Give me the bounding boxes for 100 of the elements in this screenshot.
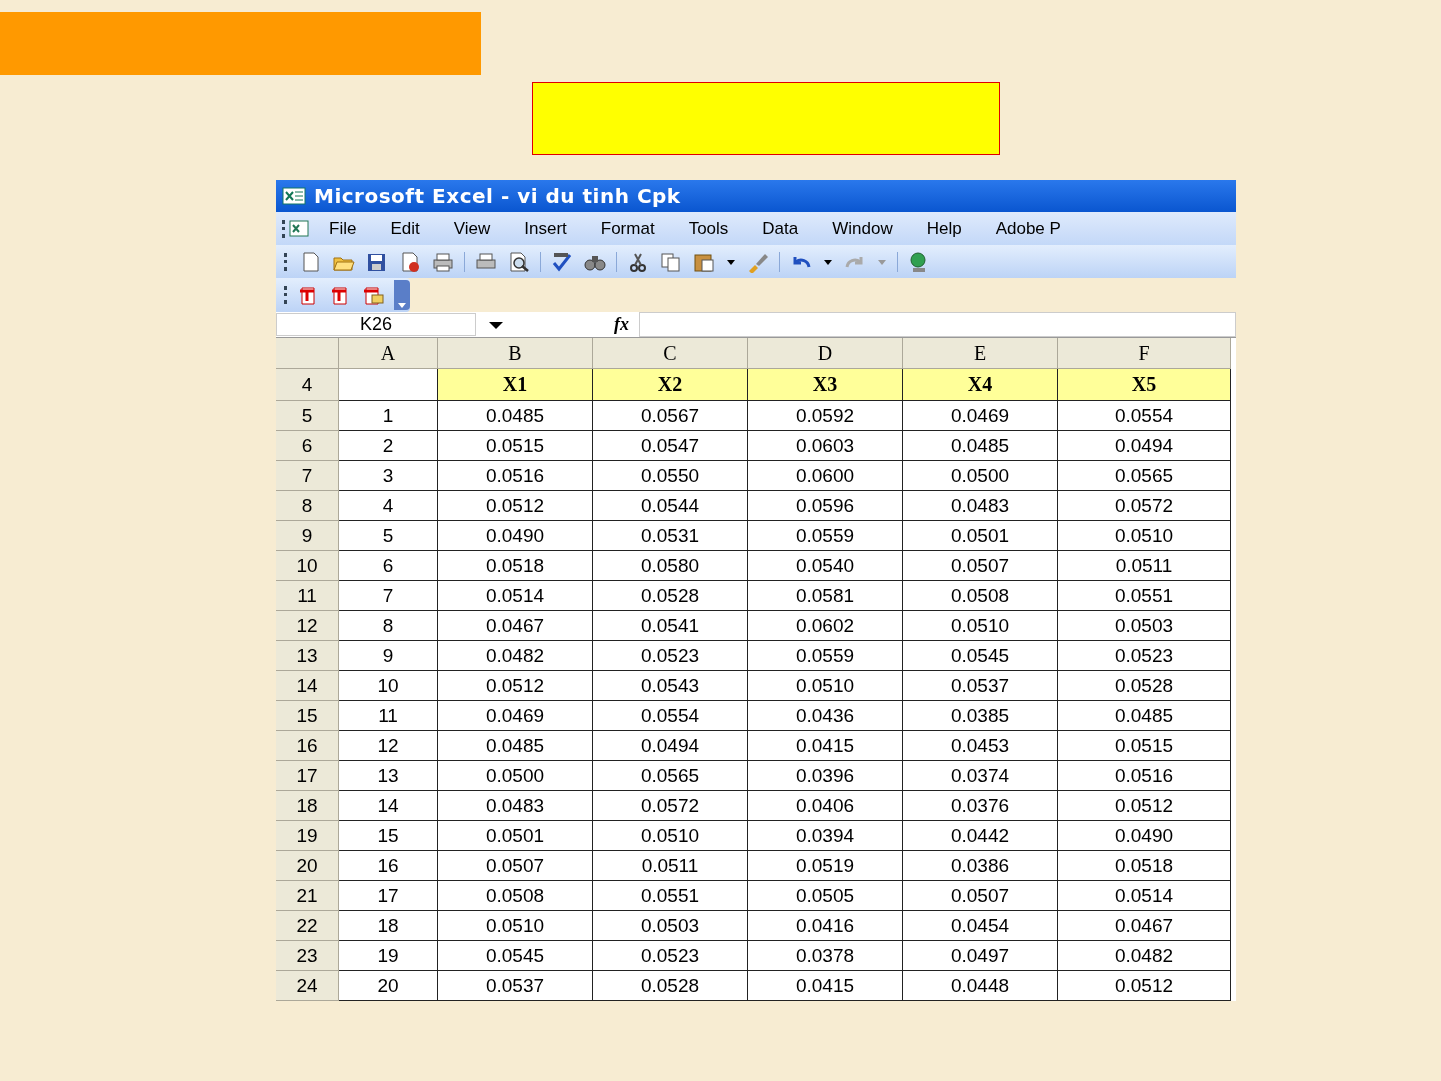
menu-item[interactable]: Format	[583, 216, 672, 241]
table-cell: 0.0501	[438, 821, 593, 851]
printer-icon[interactable]	[431, 250, 455, 273]
table-cell: 0.0503	[593, 911, 748, 941]
table-cell: 0.0516	[1058, 761, 1231, 791]
table-cell: 0.0494	[1058, 431, 1231, 461]
table-cell: 0.0512	[1058, 971, 1231, 1001]
table-cell: 6	[339, 551, 438, 581]
table-cell: 13	[339, 761, 438, 791]
table-cell: 0.0515	[438, 431, 593, 461]
menu-item[interactable]: Edit	[373, 216, 437, 241]
table-cell: 0.0378	[748, 941, 903, 971]
table-cell: 0.0406	[748, 791, 903, 821]
table-cell: 0.0565	[1058, 461, 1231, 491]
menu-item[interactable]: Adobe P	[978, 216, 1078, 241]
table-cell: 0.0485	[438, 731, 593, 761]
table-cell: 0.0510	[593, 821, 748, 851]
spreadsheet-icon[interactable]	[288, 217, 312, 240]
table-cell: 10	[339, 671, 438, 701]
table-cell: 0.0596	[748, 491, 903, 521]
row-header[interactable]: 19	[276, 821, 339, 851]
toolbar-options-handle[interactable]	[394, 280, 410, 310]
column-header[interactable]: E	[903, 338, 1058, 369]
table-cell: 0.0514	[438, 581, 593, 611]
row-header[interactable]: 10	[276, 551, 339, 581]
table-cell: 0.0537	[438, 971, 593, 1001]
column-header[interactable]: A	[339, 338, 438, 369]
table-cell: 0.0523	[593, 641, 748, 671]
table-cell: 0.0500	[903, 461, 1058, 491]
row-header[interactable]: 17	[276, 761, 339, 791]
table-cell: 0.0374	[903, 761, 1058, 791]
table-cell: 0.0507	[438, 851, 593, 881]
row-header[interactable]: 18	[276, 791, 339, 821]
table-cell: 0.0559	[748, 641, 903, 671]
table-cell: X3	[748, 369, 903, 401]
table-cell: 0.0565	[593, 761, 748, 791]
table-cell: 3	[339, 461, 438, 491]
table-cell: 0.0515	[1058, 731, 1231, 761]
table-cell: 0.0572	[1058, 491, 1231, 521]
table-cell: 0.0510	[748, 671, 903, 701]
row-header[interactable]: 23	[276, 941, 339, 971]
table-cell: 0.0485	[438, 401, 593, 431]
row-header[interactable]: 5	[276, 401, 339, 431]
table-cell: 2	[339, 431, 438, 461]
spell-check-icon[interactable]	[550, 250, 574, 273]
table-cell: 0.0386	[903, 851, 1058, 881]
table-cell: 0.0537	[903, 671, 1058, 701]
menu-item[interactable]: View	[436, 216, 508, 241]
row-header[interactable]: 14	[276, 671, 339, 701]
menu-item[interactable]: Window	[815, 216, 910, 241]
table-cell: 19	[339, 941, 438, 971]
row-header[interactable]: 22	[276, 911, 339, 941]
table-cell: 0.0592	[748, 401, 903, 431]
table-cell: 15	[339, 821, 438, 851]
table-cell: 0.0396	[748, 761, 903, 791]
row-header[interactable]: 21	[276, 881, 339, 911]
row-header[interactable]: 13	[276, 641, 339, 671]
table-cell: 0.0580	[593, 551, 748, 581]
table-cell: 0.0514	[1058, 881, 1231, 911]
table-cell: 0.0581	[748, 581, 903, 611]
table-cell: 0.0528	[1058, 671, 1231, 701]
row-header[interactable]: 9	[276, 521, 339, 551]
table-cell: 0.0544	[593, 491, 748, 521]
row-header[interactable]: 15	[276, 701, 339, 731]
menu-item[interactable]: Data	[745, 216, 816, 241]
row-header[interactable]: 7	[276, 461, 339, 491]
row-header[interactable]: 11	[276, 581, 339, 611]
name-box[interactable]: K26	[276, 313, 476, 336]
column-header[interactable]: C	[593, 338, 748, 369]
row-header[interactable]: 4	[276, 369, 339, 401]
table-cell: 0.0540	[748, 551, 903, 581]
row-header[interactable]: 12	[276, 611, 339, 641]
table-cell: 0.0453	[903, 731, 1058, 761]
column-header[interactable]: F	[1058, 338, 1231, 369]
table-cell: 18	[339, 911, 438, 941]
table-cell: 0.0482	[438, 641, 593, 671]
column-header[interactable]: D	[748, 338, 903, 369]
menu-item[interactable]: File	[312, 216, 374, 241]
table-cell: 0.0485	[1058, 701, 1231, 731]
table-cell: 0.0512	[438, 671, 593, 701]
table-cell: 0.0516	[438, 461, 593, 491]
menu-item[interactable]: Insert	[507, 216, 584, 241]
magnifier-document-icon[interactable]	[507, 250, 531, 273]
table-cell: 0.0507	[903, 881, 1058, 911]
row-header[interactable]: 16	[276, 731, 339, 761]
menu-item[interactable]: Help	[909, 216, 979, 241]
table-cell: 0.0494	[593, 731, 748, 761]
spreadsheet-icon	[282, 186, 306, 206]
copy-icon[interactable]	[659, 250, 683, 273]
table-cell: 20	[339, 971, 438, 1001]
formula-input[interactable]	[639, 312, 1236, 337]
row-header[interactable]: 24	[276, 971, 339, 1001]
column-header[interactable]: B	[438, 338, 593, 369]
row-header[interactable]: 6	[276, 431, 339, 461]
row-header[interactable]: 8	[276, 491, 339, 521]
function-label[interactable]: fx	[614, 314, 629, 335]
menu-item[interactable]: Tools	[671, 216, 746, 241]
caret-icon[interactable]	[488, 319, 504, 330]
table-cell: 17	[339, 881, 438, 911]
row-header[interactable]: 20	[276, 851, 339, 881]
